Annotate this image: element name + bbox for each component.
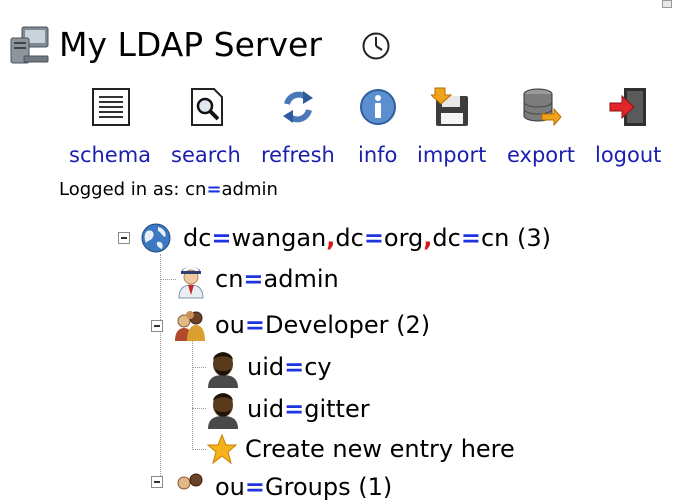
collapse-developer-toggle[interactable] [151,320,163,332]
group-icon [175,311,205,341]
logged-in-prefix: Logged in as: [59,179,186,200]
person-icon [208,393,238,429]
tree-node-cn-admin[interactable]: cn=admin [215,264,339,294]
collapse-root-toggle[interactable] [118,232,130,244]
logged-in-status: Logged in as: cn=admin [59,178,278,202]
toolbar-import-link[interactable]: import [417,142,486,168]
toolbar-schema-link[interactable]: schema [69,142,151,168]
person-icon [208,352,238,388]
tree-connector [160,254,161,480]
search-magnifier-icon[interactable] [186,86,228,128]
page-title: My LDAP Server [59,25,322,64]
tree-connector [160,279,176,280]
group-icon [177,473,203,490]
toolbar-export-link[interactable]: export [507,142,575,168]
tree-connector [192,340,193,450]
tree-root-dn[interactable]: dc=wangan,dc=org,dc=cn (3) [183,223,551,253]
tree-connector [192,408,206,409]
tree-connector [192,367,206,368]
export-database-icon[interactable] [520,86,562,128]
logout-door-icon[interactable] [608,86,650,128]
equals-sign: = [206,179,222,200]
tree-node-ou-developer[interactable]: ou=Developer (2) [215,310,430,340]
schema-document-icon[interactable] [90,86,132,128]
clock-icon[interactable] [361,31,391,61]
logged-in-user: admin [221,179,278,200]
tree-node-uid-cy[interactable]: uid=cy [247,352,332,382]
toolbar-logout-link[interactable]: logout [595,142,661,168]
create-new-entry-link[interactable]: Create new entry here [245,434,515,464]
collapse-groups-toggle[interactable] [151,476,163,488]
import-floppy-icon[interactable] [431,86,473,128]
toolbar-search-link[interactable]: search [171,142,241,168]
refresh-arrows-icon[interactable] [277,86,319,128]
corner-expand-button[interactable] [662,0,672,8]
toolbar-refresh-link[interactable]: refresh [261,142,335,168]
toolbar-info-link[interactable]: info [358,142,397,168]
star-icon [206,433,238,465]
globe-icon [141,223,171,253]
admin-user-icon [178,267,204,299]
tree-node-ou-groups[interactable]: ou=Groups (1) [215,472,392,502]
tree-node-uid-gitter[interactable]: uid=gitter [247,394,370,424]
server-computer-icon [10,26,49,64]
tree-connector [192,449,206,450]
info-icon[interactable] [357,86,399,128]
logged-in-attr: cn [185,179,207,200]
